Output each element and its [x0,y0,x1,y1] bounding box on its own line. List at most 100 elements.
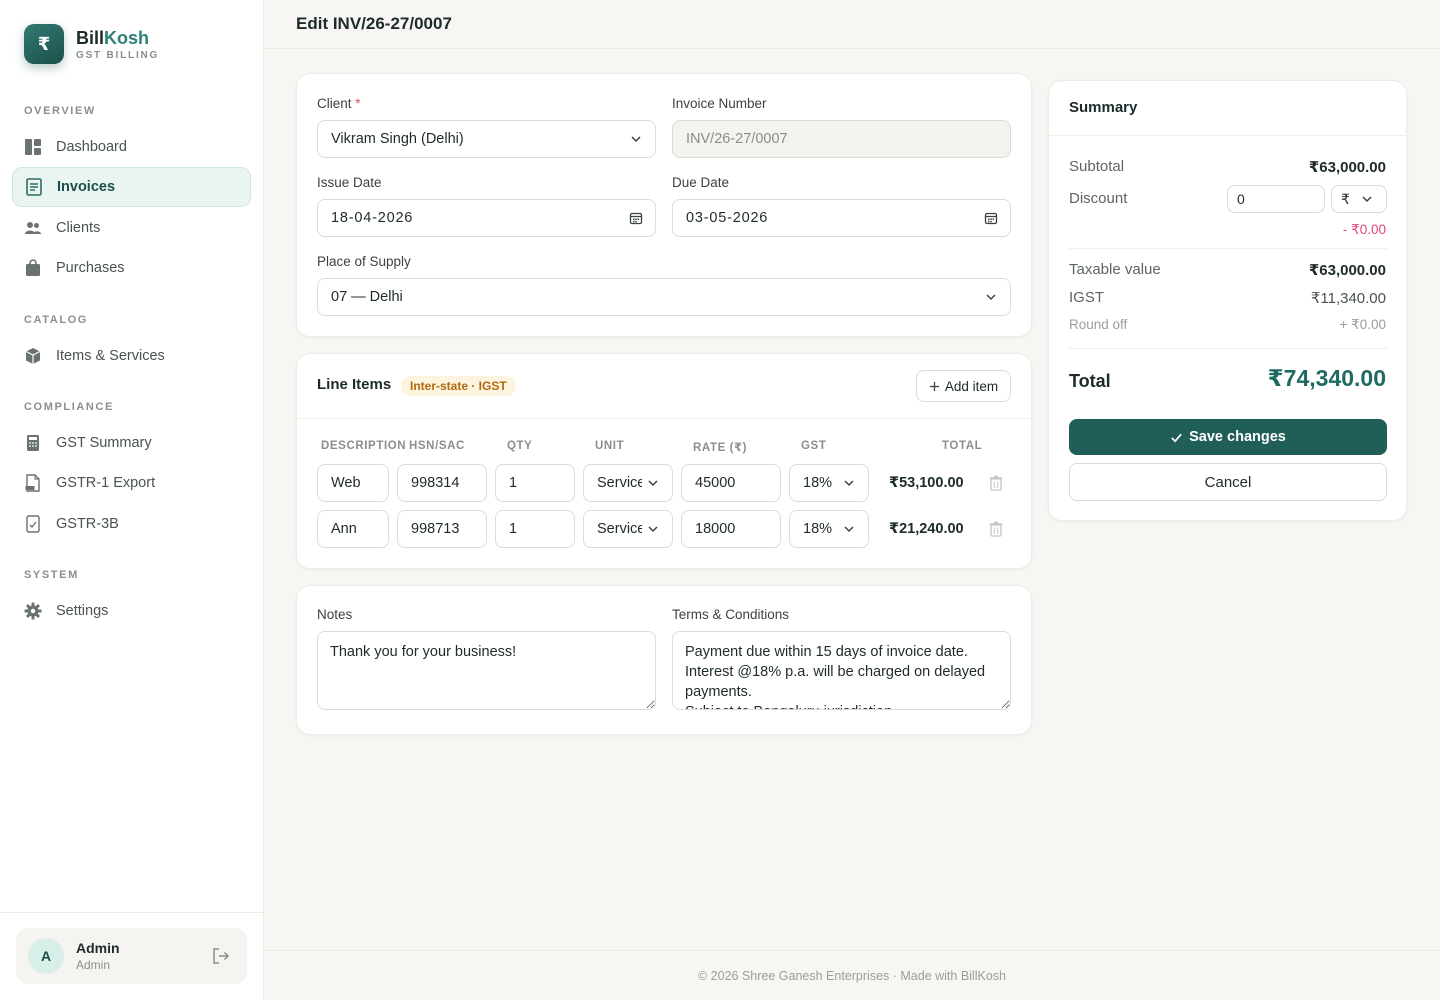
discount-type-select[interactable]: ₹ [1331,185,1387,213]
chevron-down-icon [631,136,641,143]
discount-input[interactable]: 0 [1227,185,1325,213]
brand-subtitle: GST BILLING [76,49,160,61]
item-qty-input[interactable]: 1 [495,464,575,502]
taxable-value-label: Taxable value [1069,261,1161,278]
card-divider [297,418,1031,419]
sidebar-item-gstr1-export[interactable]: GSTR-1 Export [12,463,251,503]
issue-date-field[interactable]: 18-04-2026 [317,199,656,237]
item-rate-input[interactable]: 45000 [681,464,781,502]
summary-title: Summary [1069,99,1138,116]
item-unit-select[interactable]: Service [583,464,673,502]
avatar: A [28,938,64,974]
add-item-label: Add item [944,378,999,394]
item-rate-value: 45000 [695,475,736,491]
footer-text: © 2026 Shree Ganesh Enterprises · Made w… [698,968,1006,983]
round-off-label: Round off [1069,317,1128,332]
discount-value: 0 [1237,191,1245,207]
trash-icon[interactable] [989,475,1003,491]
invoice-number-label: Invoice Number [672,96,767,111]
item-gst-select[interactable]: 18% [789,510,869,548]
item-total: ₹53,100.00 [889,475,964,491]
footer: © 2026 Shree Ganesh Enterprises · Made w… [264,950,1440,1000]
trash-icon[interactable] [989,521,1003,537]
sidebar-item-settings[interactable]: Settings [12,591,251,631]
sidebar-item-clients[interactable]: Clients [12,208,251,248]
client-label: Client * [317,96,361,111]
plus-icon [929,381,939,391]
line-items-title: Line Items [317,376,392,393]
item-unit-value: Service [597,521,642,537]
logout-icon[interactable] [211,946,231,966]
calendar-icon[interactable] [629,211,643,225]
item-hsn-value: 998314 [411,475,460,491]
discount-amount: - ₹0.00 [1342,222,1386,237]
column-header-qty: QTY [507,440,533,452]
column-header-rate: RATE (₹) [693,442,748,454]
sidebar-item-items-services[interactable]: Items & Services [12,336,251,376]
item-rate-input[interactable]: 18000 [681,510,781,548]
item-description-value: Ann [331,521,357,537]
add-item-button[interactable]: Add item [916,370,1011,402]
calendar-icon[interactable] [984,211,998,225]
cancel-button[interactable]: Cancel [1069,463,1387,501]
users-icon [24,219,42,237]
brand-name-part2: Kosh [104,27,150,48]
item-hsn-input[interactable]: 998314 [397,464,487,502]
notes-textarea[interactable] [317,631,656,710]
due-date-value: 03-05-2026 [686,210,769,226]
taxable-value: ₹63,000.00 [1308,262,1386,279]
igst-value: ₹11,340.00 [1310,290,1386,307]
sidebar-item-purchases[interactable]: Purchases [12,248,251,288]
due-date-field[interactable]: 03-05-2026 [672,199,1011,237]
item-rate-value: 18000 [695,521,736,537]
chevron-down-icon [844,480,854,487]
sidebar-item-label: Purchases [56,260,125,276]
topbar: Edit INV/26-27/0007 [264,0,1440,49]
nav-section-compliance: COMPLIANCE [24,401,114,413]
card-divider [1049,135,1406,136]
brand-text: BillKosh GST BILLING [76,28,159,61]
sidebar-item-dashboard[interactable]: Dashboard [12,127,251,167]
place-of-supply-select[interactable]: 07 — Delhi [317,278,1011,316]
issue-date-value: 18-04-2026 [331,210,414,226]
summary-card: Summary Subtotal ₹63,000.00 Discount 0 ₹… [1048,80,1407,521]
shopping-bag-icon [24,259,42,277]
column-header-gst: GST [801,440,827,452]
user-role: Admin [76,958,111,972]
total-label: Total [1069,371,1111,391]
dashboard-icon [24,138,42,156]
terms-textarea[interactable] [672,631,1011,710]
brand[interactable]: ₹ BillKosh GST BILLING [24,24,159,64]
chevron-down-icon [1362,196,1372,203]
save-changes-button[interactable]: Save changes [1069,419,1387,455]
item-description-input[interactable]: Ann [317,510,389,548]
chevron-down-icon [648,526,658,533]
column-header-description: DESCRIPTION [321,440,407,452]
user-info: Admin Admin [76,940,120,972]
rupee-logo-icon: ₹ [24,24,64,64]
nav-section-system: SYSTEM [24,569,79,581]
user-card: A Admin Admin [16,928,247,984]
sidebar-item-gstr3b[interactable]: GSTR-3B [12,504,251,544]
item-hsn-input[interactable]: 998713 [397,510,487,548]
item-description-input[interactable]: Web [317,464,389,502]
sidebar-item-gst-summary[interactable]: GST Summary [12,423,251,463]
discount-label: Discount [1069,190,1128,207]
user-name: Admin [76,940,120,956]
item-qty-input[interactable]: 1 [495,510,575,548]
item-gst-select[interactable]: 18% [789,464,869,502]
item-unit-select[interactable]: Service [583,510,673,548]
due-date-label: Due Date [672,175,730,190]
terms-label: Terms & Conditions [672,607,790,622]
sidebar-item-label: Settings [56,603,109,619]
sidebar: ₹ BillKosh GST BILLING OVERVIEW Dashboar… [0,0,264,1000]
chevron-down-icon [986,294,996,301]
item-gst-value: 18% [803,475,833,491]
client-select[interactable]: Vikram Singh (Delhi) [317,120,656,158]
invoice-number-field[interactable]: INV/26-27/0007 [672,120,1011,158]
sidebar-item-invoices[interactable]: Invoices [12,167,251,207]
gear-icon [24,602,42,620]
discount-unit: ₹ [1341,190,1350,207]
invoice-details-card: Client * Vikram Singh (Delhi) Invoice Nu… [296,73,1032,337]
sidebar-item-label: Dashboard [56,139,127,155]
